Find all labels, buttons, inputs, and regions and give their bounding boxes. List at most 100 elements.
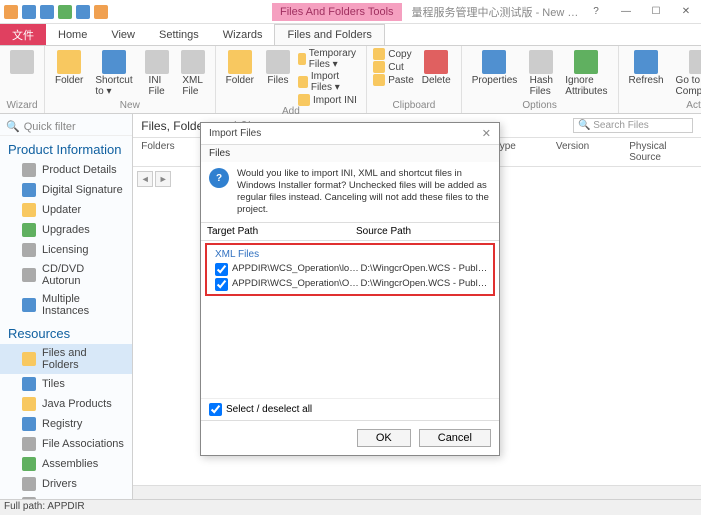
forward-icon[interactable]: [94, 5, 108, 19]
signature-icon: [22, 183, 36, 197]
minimize-button[interactable]: —: [611, 2, 641, 22]
hash-icon: [529, 50, 553, 74]
new-xml-button[interactable]: XML File: [177, 48, 209, 99]
hash-button[interactable]: Hash Files: [525, 48, 557, 99]
add-folder-button[interactable]: Folder: [222, 48, 258, 106]
upgrades-icon: [22, 223, 36, 237]
properties-button[interactable]: Properties: [468, 48, 522, 99]
file-row[interactable]: APPDIR\WCS_Operation\OperateT... D:\Wing…: [211, 277, 489, 292]
menu-file[interactable]: 文件: [0, 24, 46, 45]
cancel-button[interactable]: Cancel: [419, 429, 491, 447]
forward-button[interactable]: ►: [155, 171, 171, 187]
sidebar-item-tiles[interactable]: Tiles: [0, 374, 132, 394]
section-product-info: Product Information: [0, 136, 132, 160]
delete-button[interactable]: Delete: [418, 48, 455, 88]
dialog-buttons: OK Cancel: [201, 420, 499, 455]
refresh-button[interactable]: Refresh: [625, 48, 668, 99]
ribbon-group-new: Folder Shortcut to ▾ INI File XML File N…: [45, 46, 216, 113]
save-icon[interactable]: [22, 5, 36, 19]
close-button[interactable]: ✕: [671, 2, 701, 22]
col-source[interactable]: Physical Source: [629, 141, 693, 163]
new-folder-button[interactable]: Folder: [51, 48, 87, 99]
copy-button[interactable]: Copy: [373, 48, 414, 60]
import-ini-button[interactable]: Import INI: [298, 94, 360, 106]
search-icon: 🔍: [578, 120, 590, 131]
qat-icon[interactable]: [4, 5, 18, 19]
temporary-files-button[interactable]: Temporary Files ▾: [298, 48, 360, 70]
file-checkbox[interactable]: [215, 278, 228, 291]
sidebar-item-multiple-instances[interactable]: Multiple Instances: [0, 290, 132, 320]
dialog-empty: [201, 298, 499, 398]
group-xml-files[interactable]: XML Files: [211, 247, 489, 262]
file-checkbox[interactable]: [215, 263, 228, 276]
paste-button[interactable]: Paste: [373, 74, 414, 86]
close-icon[interactable]: ✕: [482, 127, 491, 140]
registry-icon: [22, 417, 36, 431]
section-resources: Resources: [0, 320, 132, 344]
import-files-button[interactable]: Import Files ▾: [298, 71, 360, 93]
menu-wizards[interactable]: Wizards: [211, 24, 275, 45]
dialog-message: Would you like to import INI, XML and sh…: [237, 168, 491, 216]
ini-icon: [298, 94, 310, 106]
col-version[interactable]: Version: [556, 141, 589, 163]
goto-component-button[interactable]: Go to Component: [672, 48, 701, 99]
dialog-title: Import Files: [209, 128, 261, 139]
sidebar-item-java[interactable]: Java Products: [0, 394, 132, 414]
refresh-icon: [634, 50, 658, 74]
sidebar-item-licensing[interactable]: Licensing: [0, 240, 132, 260]
maximize-button[interactable]: ☐: [641, 2, 671, 22]
files-icon: [266, 50, 290, 74]
sidebar-item-assemblies[interactable]: Assemblies: [0, 454, 132, 474]
cut-button[interactable]: Cut: [373, 61, 414, 73]
ok-button[interactable]: OK: [357, 429, 411, 447]
search-files-input[interactable]: 🔍 Search Files: [573, 118, 693, 133]
sidebar-item-product-details[interactable]: Product Details: [0, 160, 132, 180]
goto-icon: [689, 50, 701, 74]
sidebar-item-upgrades[interactable]: Upgrades: [0, 220, 132, 240]
sidebar-item-file-assoc[interactable]: File Associations: [0, 434, 132, 454]
file-row[interactable]: APPDIR\WCS_Operation\log4net.c... D:\Win…: [211, 262, 489, 277]
ribbon-group-actions: Refresh Go to Component Move To Feature …: [619, 46, 701, 113]
back-button[interactable]: ◄: [137, 171, 153, 187]
ignore-button[interactable]: Ignore Attributes: [561, 48, 611, 99]
new-ini-button[interactable]: INI File: [141, 48, 173, 99]
add-files-button[interactable]: Files: [262, 48, 294, 106]
window-controls: ? — ☐ ✕: [581, 2, 701, 22]
dialog-info: ? Would you like to import INI, XML and …: [201, 162, 499, 222]
dialog-grid-header: Target Path Source Path: [201, 222, 499, 241]
sidebar-item-registry[interactable]: Registry: [0, 414, 132, 434]
col-source-path[interactable]: Source Path: [350, 223, 499, 240]
contextual-tab[interactable]: Files And Folders Tools: [272, 3, 402, 21]
menu-files-folders[interactable]: Files and Folders: [274, 24, 384, 45]
sidebar-item-drivers[interactable]: Drivers: [0, 474, 132, 494]
horizontal-scrollbar[interactable]: [133, 485, 701, 499]
sidebar-item-cddvd[interactable]: CD/DVD Autorun: [0, 260, 132, 290]
help-icon[interactable]: ?: [581, 2, 611, 22]
undo-icon[interactable]: [40, 5, 54, 19]
new-shortcut-button[interactable]: Shortcut to ▾: [91, 48, 136, 99]
sidebar-item-files-folders[interactable]: Files and Folders: [0, 344, 132, 374]
redo-icon[interactable]: [58, 5, 72, 19]
sidebar-item-services[interactable]: Services: [0, 494, 132, 499]
back-icon[interactable]: [76, 5, 90, 19]
menu-home[interactable]: Home: [46, 24, 99, 45]
folder-icon: [228, 50, 252, 74]
wizard-button[interactable]: [6, 48, 38, 77]
menu-view[interactable]: View: [99, 24, 147, 45]
clipboard-list: Copy Cut Paste: [373, 48, 414, 88]
disc-icon: [22, 268, 36, 282]
ribbon-label-options: Options: [468, 100, 612, 111]
sidebar-item-digital-signature[interactable]: Digital Signature: [0, 180, 132, 200]
dialog-grid-body: XML Files APPDIR\WCS_Operation\log4net.c…: [205, 243, 495, 296]
drivers-icon: [22, 477, 36, 491]
details-icon: [22, 163, 36, 177]
ribbon-group-add: Folder Files Temporary Files ▾ Import Fi…: [216, 46, 368, 113]
select-all-checkbox[interactable]: [209, 403, 222, 416]
updater-icon: [22, 203, 36, 217]
menu-settings[interactable]: Settings: [147, 24, 211, 45]
col-target-path[interactable]: Target Path: [201, 223, 350, 240]
folder-icon: [57, 50, 81, 74]
window-title: 量程服务管理中心测试版 - New Project (Chinese (Simp…: [412, 4, 581, 20]
quick-filter[interactable]: 🔍 Quick filter: [0, 118, 132, 136]
sidebar-item-updater[interactable]: Updater: [0, 200, 132, 220]
